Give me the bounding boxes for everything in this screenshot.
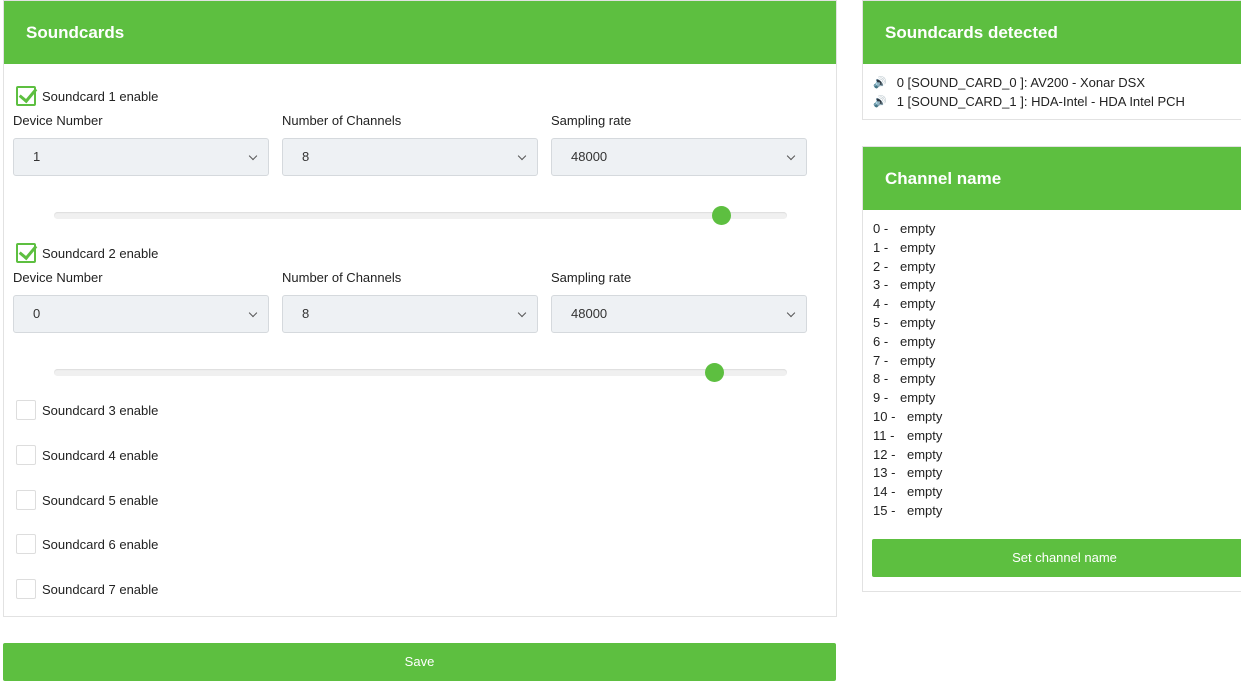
detected-soundcard-item: 🔊 1 [SOUND_CARD_1 ]: HDA-Intel - HDA Inte… — [873, 94, 1185, 109]
set-channel-name-button[interactable]: Set channel name — [872, 539, 1241, 577]
soundcard-5-enable-checkbox[interactable]: Soundcard 5 enable — [16, 490, 158, 510]
slider-thumb[interactable] — [712, 206, 732, 225]
device-select[interactable]: 1 — [13, 138, 269, 176]
channel-item: 14 - empty — [873, 484, 943, 500]
checkbox-icon[interactable] — [16, 534, 36, 554]
rate-select[interactable]: 48000 — [551, 138, 807, 176]
channel-item: 2 - empty — [873, 258, 936, 274]
channel-name-panel: Channel name 0 - empty 1 - empty 2 - empty 3 -… — [862, 146, 1241, 592]
checkbox-label: Soundcard 1 enable — [42, 88, 159, 104]
checkbox-label: Soundcard 7 enable — [42, 581, 159, 597]
channels-label: Number of Channels — [282, 270, 402, 285]
channel-item: 11 - empty — [873, 427, 943, 443]
slider-thumb[interactable] — [704, 363, 724, 382]
checkbox-icon[interactable] — [16, 400, 36, 420]
device-label: Device Number — [13, 270, 103, 285]
checkbox-icon[interactable] — [16, 445, 36, 465]
channel-item: 13 - empty — [873, 465, 943, 481]
channel-item: 12 - empty — [873, 446, 943, 462]
channels-select[interactable]: 8 — [282, 138, 538, 176]
rate-label: Sampling rate — [551, 113, 632, 128]
panel-title: Soundcards detected — [863, 1, 1241, 64]
soundcard-2-slider[interactable] — [54, 363, 787, 382]
checkbox-label: Soundcard 6 enable — [42, 536, 159, 552]
channel-item: 8 - empty — [873, 371, 936, 387]
soundcard-3-enable-checkbox[interactable]: Soundcard 3 enable — [16, 400, 158, 420]
panel-title: Channel name — [863, 147, 1241, 210]
soundcard-6-enable-checkbox[interactable]: Soundcard 6 enable — [16, 534, 158, 554]
channel-item: 3 - empty — [873, 277, 936, 293]
channels-select[interactable]: 8 — [282, 295, 538, 333]
checkbox-label: Soundcard 5 enable — [42, 492, 159, 508]
soundcard-2-enable-checkbox[interactable]: Soundcard 2 enable — [16, 243, 158, 263]
checkbox-icon[interactable] — [16, 579, 36, 599]
device-select[interactable]: 0 — [13, 295, 269, 333]
checkbox-label: Soundcard 3 enable — [42, 402, 159, 418]
rate-label: Sampling rate — [551, 270, 632, 285]
device-label: Device Number — [13, 113, 103, 128]
channel-item: 10 - empty — [873, 408, 943, 424]
checkbox-icon[interactable] — [16, 490, 36, 510]
checkbox-label: Soundcard 4 enable — [42, 447, 159, 463]
channel-item: 1 - empty — [873, 239, 936, 255]
soundcards-detected-panel: Soundcards detected 🔊 0 [SOUND_CARD_0 ]: … — [862, 0, 1241, 120]
channel-item: 0 - empty — [873, 221, 936, 236]
channel-item: 15 - empty — [873, 502, 943, 518]
checkbox-label: Soundcard 2 enable — [42, 245, 159, 261]
speaker-icon: 🔊 — [873, 77, 887, 89]
checkbox-icon[interactable] — [16, 86, 36, 106]
channel-item: 5 - empty — [873, 314, 936, 330]
panel-title: Soundcards — [4, 1, 836, 64]
soundcard-1-slider[interactable] — [54, 206, 787, 225]
soundcard-4-enable-checkbox[interactable]: Soundcard 4 enable — [16, 445, 158, 465]
soundcard-7-enable-checkbox[interactable]: Soundcard 7 enable — [16, 579, 158, 599]
channel-item: 7 - empty — [873, 352, 936, 368]
soundcards-panel: Soundcards Soundcard 1 enable Device Numb… — [3, 0, 837, 617]
speaker-icon: 🔊 — [873, 96, 887, 108]
channel-item: 9 - empty — [873, 390, 936, 406]
save-button[interactable]: Save — [3, 643, 836, 681]
channels-label: Number of Channels — [282, 113, 402, 128]
detected-soundcard-item: 🔊 0 [SOUND_CARD_0 ]: AV200 - Xonar DSX — [873, 75, 1146, 90]
channel-item: 6 - empty — [873, 333, 936, 349]
soundcard-1-enable-checkbox[interactable]: Soundcard 1 enable — [16, 86, 158, 106]
channel-item: 4 - empty — [873, 296, 936, 312]
rate-select[interactable]: 48000 — [551, 295, 807, 333]
checkbox-icon[interactable] — [16, 243, 36, 263]
